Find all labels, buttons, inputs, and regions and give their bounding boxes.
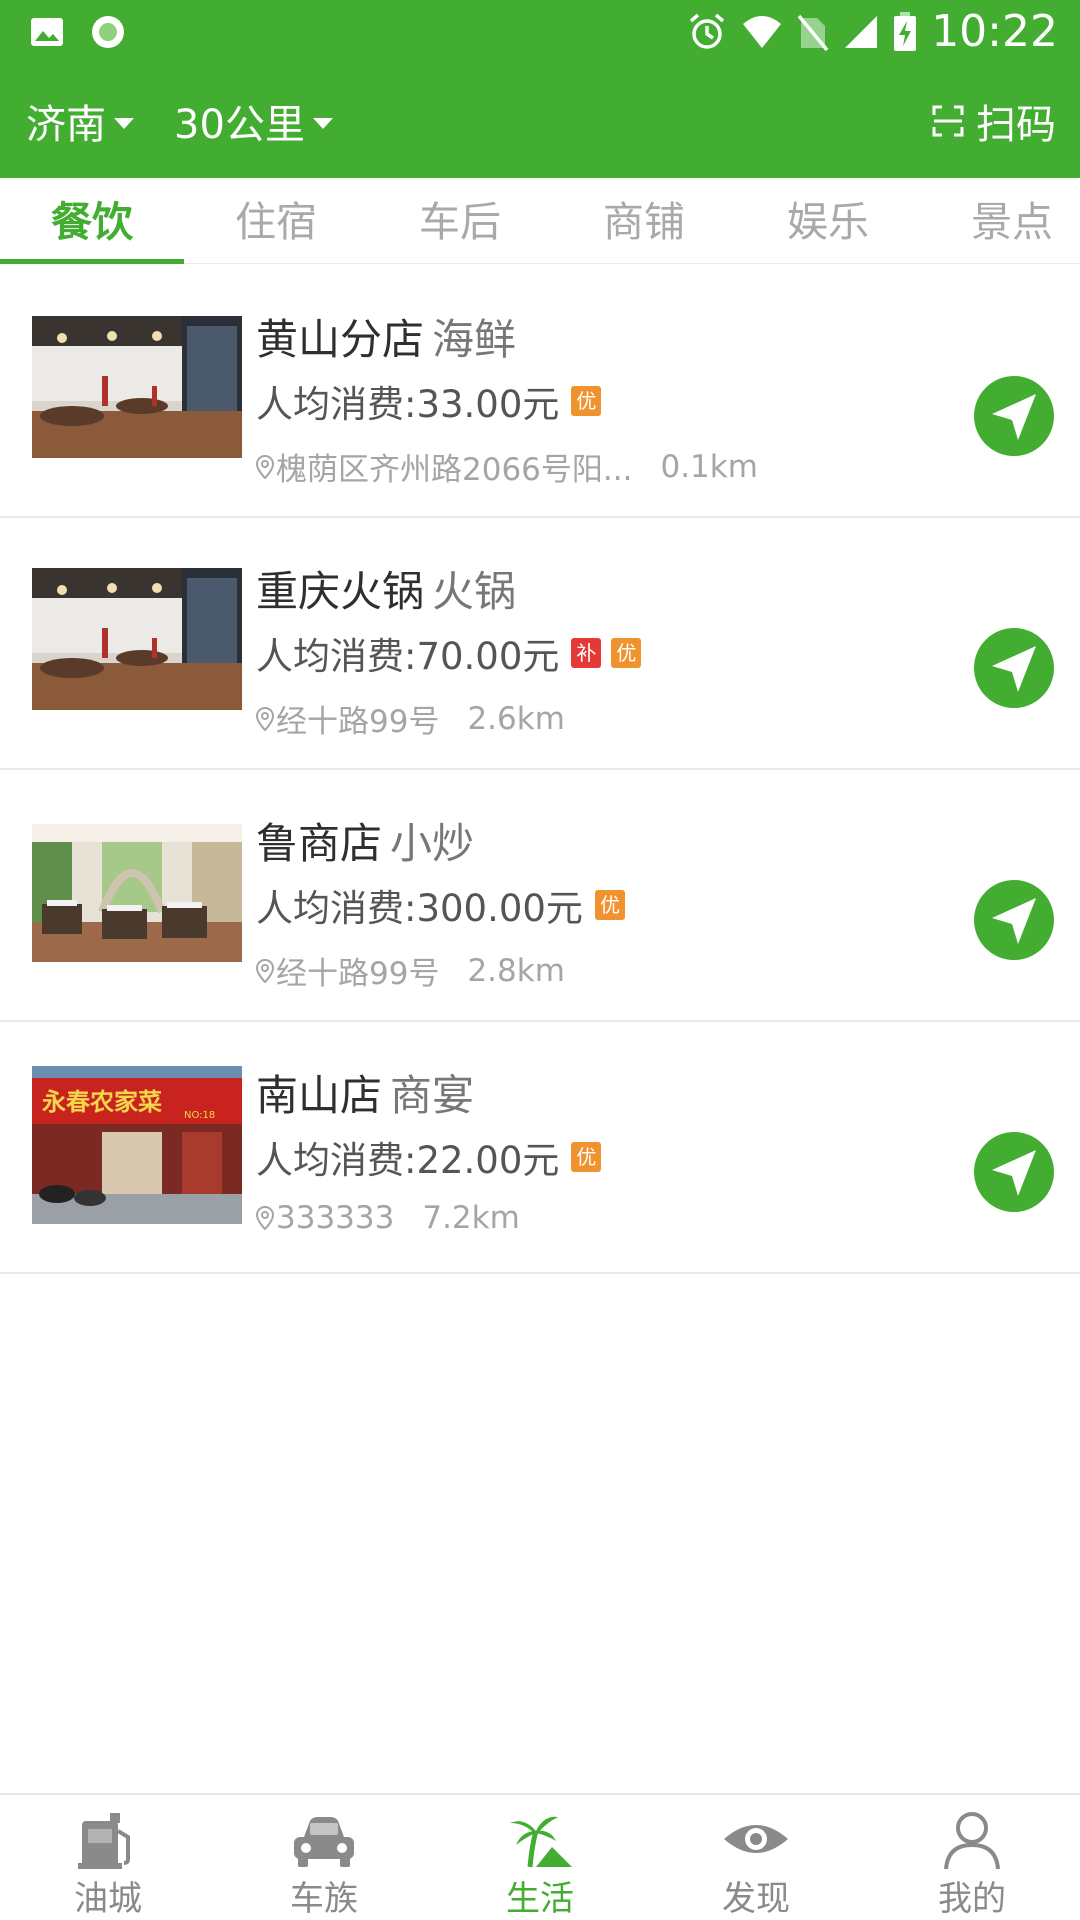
store-address: 经十路99号 — [276, 956, 440, 992]
dining-hall-photo — [32, 824, 242, 962]
store-address: 经十路99号 — [276, 704, 440, 740]
store-list: 黄山分店 海鲜 人均消费:33.00元 优 槐荫区齐州路2066号阳... 0.1… — [0, 266, 1080, 1274]
signal-icon — [845, 16, 878, 48]
fuel-pump-icon — [78, 1813, 130, 1869]
tab-car-service[interactable]: 车后 — [368, 178, 552, 264]
list-item[interactable]: 黄山分店 海鲜 人均消费:33.00元 优 槐荫区齐州路2066号阳... 0.1… — [0, 266, 1080, 518]
tab-scenic[interactable]: 景点 — [920, 178, 1080, 264]
store-name: 南山店 — [256, 1071, 383, 1120]
nav-item-life[interactable]: 生活 — [432, 1795, 648, 1920]
discount-badge: 优 — [571, 386, 602, 416]
tab-entertainment[interactable]: 娱乐 — [736, 178, 920, 264]
image-icon — [31, 18, 63, 46]
status-bar: 10:22 — [0, 0, 1080, 64]
city-selector[interactable]: 济南 — [26, 92, 134, 150]
toolbar: 济南 30公里 扫码 — [0, 88, 1080, 158]
list-item[interactable]: 鲁商店 小炒 人均消费:300.00元 优 经十路99号 2.8km — [0, 770, 1080, 1022]
restaurant-interior-photo — [32, 568, 242, 710]
navigate-icon[interactable] — [974, 628, 1054, 708]
status-time: 10:22 — [931, 6, 1058, 57]
circle-dot-icon — [92, 16, 124, 48]
storefront-sign-no: NO:18 — [184, 1110, 215, 1121]
distance-selector[interactable]: 30公里 — [174, 92, 333, 150]
storefront-sign: 永春农家菜 — [42, 1088, 162, 1116]
store-category: 火锅 — [432, 567, 517, 616]
store-price: 人均消费:33.00元 — [256, 383, 560, 426]
store-price: 人均消费:22.00元 — [256, 1139, 560, 1182]
eye-icon — [724, 1825, 788, 1853]
navigate-icon[interactable] — [974, 1132, 1054, 1212]
store-distance: 7.2km — [422, 1200, 520, 1236]
list-item[interactable]: 永春农家菜 NO:18 南山店 商宴 人均消费:22.00元 优 333333 … — [0, 1022, 1080, 1274]
category-tabs: 餐饮 住宿 车后 商铺 娱乐 景点 — [0, 178, 1080, 264]
tab-lodging[interactable]: 住宿 — [184, 178, 368, 264]
nav-label: 我的 — [938, 1879, 1006, 1919]
distance-label: 30公里 — [174, 102, 305, 148]
navigate-icon[interactable] — [974, 880, 1054, 960]
no-sim-icon — [797, 14, 829, 52]
restaurant-interior-photo — [32, 316, 242, 458]
nav-item-oil-city[interactable]: 油城 — [0, 1795, 216, 1920]
scan-label: 扫码 — [976, 102, 1056, 148]
store-name: 重庆火锅 — [256, 567, 425, 616]
discount-badge: 优 — [611, 638, 642, 668]
bottom-nav: 油城 车族 生活 发现 我的 — [0, 1793, 1080, 1920]
store-distance: 0.1km — [660, 448, 758, 485]
person-icon — [944, 1812, 1000, 1869]
nav-item-car-club[interactable]: 车族 — [216, 1795, 432, 1920]
storefront-photo: 永春农家菜 NO:18 — [32, 1066, 242, 1224]
subsidy-badge: 补 — [571, 638, 602, 668]
nav-label: 生活 — [506, 1879, 574, 1919]
tab-dining[interactable]: 餐饮 — [0, 178, 184, 264]
app-screen: 10:22 济南 30公里 扫码 餐饮 住宿 车后 商铺 娱乐 景点 黄山分店 … — [0, 0, 1080, 1920]
discount-badge: 优 — [571, 1142, 602, 1172]
store-distance: 2.6km — [467, 700, 565, 737]
store-price: 人均消费:70.00元 — [256, 635, 560, 678]
store-name: 黄山分店 — [256, 315, 425, 364]
city-label: 济南 — [26, 102, 106, 148]
store-name: 鲁商店 — [256, 819, 383, 868]
list-item[interactable]: 重庆火锅 火锅 人均消费:70.00元 补 优 经十路99号 2.6km — [0, 518, 1080, 770]
store-category: 小炒 — [390, 819, 475, 868]
scan-button[interactable]: 扫码 — [932, 88, 1056, 154]
location-pin-icon — [256, 1206, 274, 1230]
nav-label: 发现 — [722, 1879, 790, 1919]
store-distance: 2.8km — [467, 952, 565, 989]
store-address: 槐荫区齐州路2066号阳... — [276, 452, 633, 488]
nav-label: 车族 — [290, 1879, 358, 1919]
store-address: 333333 — [276, 1200, 395, 1236]
header: 10:22 济南 30公里 扫码 — [0, 0, 1080, 178]
location-pin-icon — [256, 958, 274, 983]
store-category: 商宴 — [390, 1071, 475, 1120]
wifi-icon — [743, 16, 782, 48]
battery-charging-icon — [894, 12, 917, 51]
nav-label: 油城 — [74, 1879, 142, 1919]
scan-icon — [932, 105, 964, 137]
car-icon — [294, 1817, 354, 1867]
caret-down-icon — [312, 117, 333, 129]
store-price: 人均消费:300.00元 — [256, 887, 583, 930]
palm-tree-icon — [510, 1816, 572, 1868]
location-pin-icon — [256, 454, 274, 479]
store-category: 海鲜 — [432, 315, 517, 364]
navigate-icon[interactable] — [974, 376, 1054, 456]
location-pin-icon — [256, 706, 274, 731]
alarm-icon — [690, 13, 725, 49]
caret-down-icon — [114, 117, 134, 129]
nav-item-discover[interactable]: 发现 — [648, 1795, 864, 1920]
tab-shops[interactable]: 商铺 — [552, 178, 736, 264]
nav-item-mine[interactable]: 我的 — [864, 1795, 1080, 1920]
discount-badge: 优 — [594, 890, 625, 920]
